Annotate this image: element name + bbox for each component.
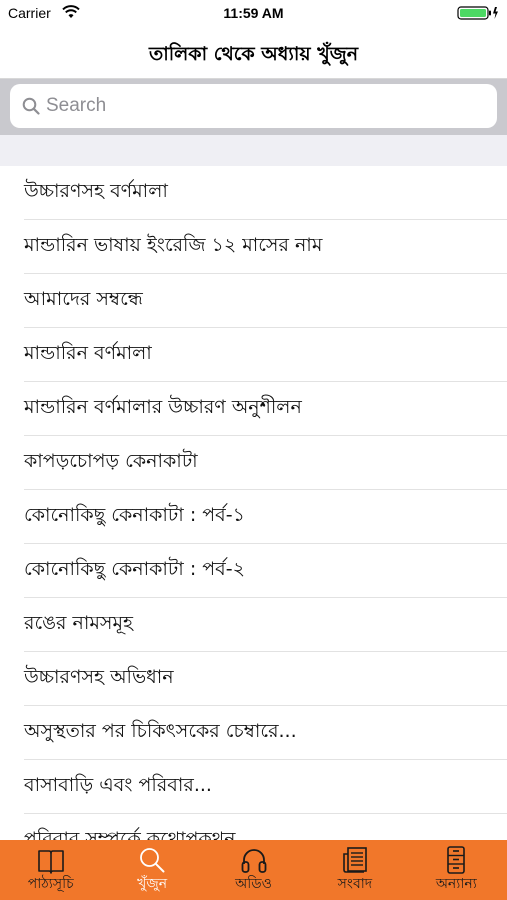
tab-bar: পাঠ্যসূচি খুঁজুন অডিও সংবাদ অন্যান্য — [0, 840, 507, 900]
chapter-list-item[interactable]: কাপড়চোপড় কেনাকাটা — [0, 436, 507, 490]
chapter-list-item[interactable]: উচ্চারণসহ বর্ণমালা — [0, 166, 507, 220]
cabinet-icon — [447, 846, 466, 874]
chapter-list-item[interactable]: মান্ডারিন বর্ণমালার উচ্চারণ অনুশীলন — [0, 382, 507, 436]
chapter-list-item[interactable]: কোনোকিছু কেনাকাটা : পর্ব-১ — [0, 490, 507, 544]
search-input[interactable] — [46, 90, 486, 122]
tab-label: সংবাদ — [337, 876, 373, 892]
tab-syllabus[interactable]: পাঠ্যসূচি — [0, 840, 101, 900]
tab-news[interactable]: সংবাদ — [304, 840, 405, 900]
chapter-list-item[interactable]: বাসাবাড়ি এবং পরিবার... — [0, 760, 507, 814]
chapter-list: উচ্চারণসহ বর্ণমালা মান্ডারিন ভাষায় ইংরেজ… — [0, 166, 507, 840]
chapter-list-item[interactable]: অসুস্থতার পর চিকিৎসকের চেম্বারে... — [0, 706, 507, 760]
chapter-list-item[interactable]: কোনোকিছু কেনাকাটা : পর্ব-২ — [0, 544, 507, 598]
headphones-icon — [241, 849, 266, 873]
tab-search[interactable]: খুঁজুন — [101, 840, 202, 900]
book-icon — [37, 850, 64, 874]
search-icon — [140, 848, 165, 873]
chapter-list-item[interactable]: মান্ডারিন বর্ণমালা — [0, 328, 507, 382]
tab-label: অডিও — [235, 876, 272, 892]
newspaper-icon — [343, 847, 367, 873]
tab-label: খুঁজুন — [137, 876, 168, 892]
status-time: 11:59 AM — [223, 5, 284, 21]
chapter-list-item[interactable]: আমাদের সম্বন্ধে — [0, 274, 507, 328]
tab-audio[interactable]: অডিও — [203, 840, 304, 900]
page-title: তালিকা থেকে অধ্যায় খুঁজুন — [148, 43, 359, 65]
chapter-list-item[interactable]: মান্ডারিন ভাষায় ইংরেজি ১২ মাসের নাম — [0, 220, 507, 274]
screen: Carrier 11:59 AM তালিকা থেকে অধ্যায় খুঁ… — [0, 0, 507, 900]
chapter-list-item[interactable]: রঙের নামসমূহ — [0, 598, 507, 652]
section-header — [0, 135, 507, 166]
chapter-list-item[interactable]: উচ্চারণসহ অভিধান — [0, 652, 507, 706]
tab-label: অন্যান্য — [435, 876, 477, 892]
tab-label: পাঠ্যসূচি — [27, 876, 74, 892]
status-bar: Carrier 11:59 AM — [0, 0, 507, 28]
search-icon — [22, 97, 40, 115]
battery-icon — [457, 6, 498, 20]
search-bar-container — [0, 79, 507, 135]
navigation-bar: তালিকা থেকে অধ্যায় খুঁজুন — [0, 28, 507, 79]
tab-others[interactable]: অন্যান্য — [406, 840, 507, 900]
search-box[interactable] — [10, 84, 497, 128]
chapter-list-item[interactable]: পরিবার সম্পর্কে কথোপকথন — [0, 814, 507, 840]
